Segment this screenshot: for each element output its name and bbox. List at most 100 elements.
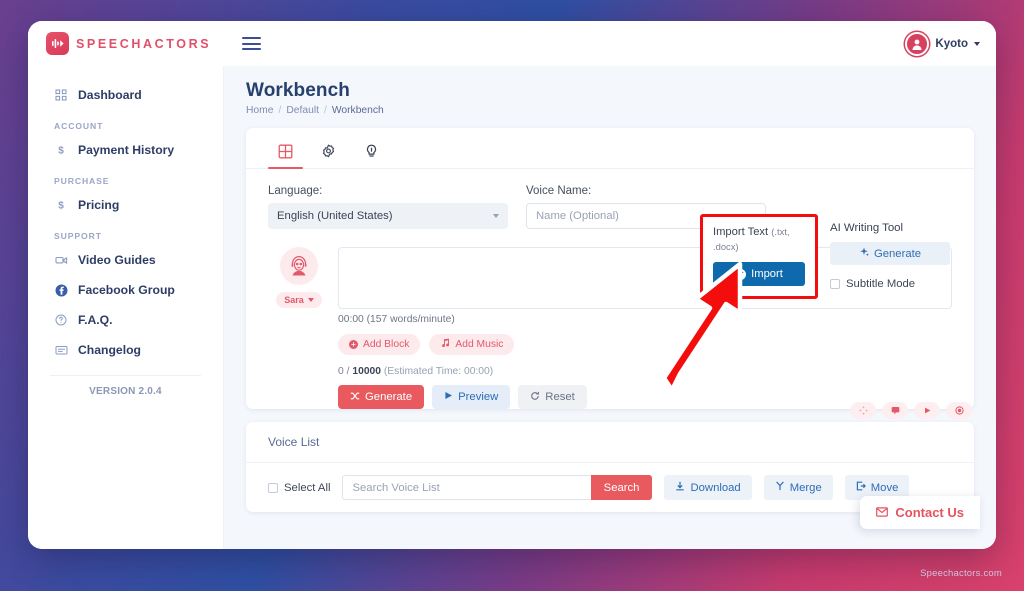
lightbulb-icon [364, 144, 379, 159]
preview-label: Preview [458, 391, 499, 403]
generate-button[interactable]: Generate [338, 385, 425, 409]
sidebar-item-payment-history[interactable]: $ Payment History [28, 135, 223, 165]
breadcrumb-separator: / [323, 105, 327, 116]
download-icon [675, 481, 685, 494]
tab-workbench[interactable] [268, 138, 303, 169]
sidebar-group-account: ACCOUNT [54, 121, 104, 131]
sidebar-item-pricing[interactable]: $ Pricing [28, 190, 223, 220]
play-icon[interactable] [914, 402, 940, 419]
language-field: Language: English (United States) [268, 185, 508, 229]
chevron-down-icon [493, 214, 499, 218]
contact-us-button[interactable]: Contact Us [860, 496, 980, 529]
merge-label: Merge [789, 481, 822, 494]
ai-generate-button[interactable]: Generate [830, 242, 950, 265]
page-title: Workbench [246, 80, 351, 101]
breadcrumb-home[interactable]: Home [246, 105, 273, 116]
contact-us-label: Contact Us [895, 505, 964, 520]
comment-icon[interactable] [882, 402, 908, 419]
editor-add-buttons: + Add Block Add Music [338, 334, 952, 355]
add-music-label: Add Music [455, 339, 504, 350]
preview-button[interactable]: Preview [432, 385, 511, 409]
watermark: Speechactors.com [920, 568, 1002, 579]
sidebar-item-facebook-group[interactable]: Facebook Group [28, 275, 223, 305]
breadcrumb: Home / Default / Workbench [246, 105, 974, 116]
voice-name-label: Voice Name: [526, 185, 592, 197]
speech-wave-play-icon [46, 32, 69, 55]
select-all-checkbox[interactable] [268, 482, 278, 493]
ai-writing-tool-label: AI Writing Tool [830, 222, 904, 234]
voice-list-search: Search Voice List Search [342, 475, 653, 500]
tab-ideas[interactable] [354, 138, 389, 168]
download-button[interactable]: Download [664, 475, 752, 500]
subtitle-mode-toggle[interactable]: Subtitle Mode [830, 278, 950, 290]
import-button-label: Import [751, 268, 783, 281]
voice-search-button[interactable]: Search [590, 475, 653, 500]
list-card-icon [54, 344, 68, 356]
app-window: SPEECHACTORS Kyoto Dashboard ACCOUNT $ P… [28, 21, 996, 549]
breadcrumb-workbench: Workbench [331, 105, 384, 116]
shuffle-icon [350, 391, 360, 404]
dollar-icon: $ [54, 199, 68, 212]
subtitle-mode-checkbox[interactable] [830, 279, 840, 289]
top-bar: SPEECHACTORS Kyoto [28, 21, 996, 66]
gear-icon [321, 144, 336, 159]
workbench-card: Language: English (United States) Voice … [246, 128, 974, 419]
language-value: English (United States) [277, 210, 393, 222]
sidebar-item-label: Pricing [78, 198, 120, 212]
voice-name-placeholder: Name (Optional) [536, 210, 619, 222]
sidebar-item-faq[interactable]: F.A.Q. [28, 305, 223, 335]
language-select[interactable]: English (United States) [268, 203, 508, 229]
chevron-down-icon [307, 298, 314, 302]
brand-logo[interactable]: SPEECHACTORS [46, 32, 211, 55]
chevron-down-icon [974, 41, 980, 46]
main-content: Workbench Home / Default / Workbench Lan… [224, 66, 996, 549]
sidebar-group-purchase: PURCHASE [54, 176, 110, 186]
sidebar-item-label: Payment History [78, 143, 175, 157]
speaker-name: Sara [284, 295, 304, 305]
reset-button[interactable]: Reset [518, 385, 587, 409]
facebook-icon [54, 284, 68, 297]
sidebar-item-label: Video Guides [78, 253, 156, 267]
add-block-label: Add Block [363, 339, 410, 350]
voice-search-input[interactable]: Search Voice List [342, 475, 591, 500]
sidebar-item-video-guides[interactable]: Video Guides [28, 245, 223, 275]
add-block-button[interactable]: + Add Block [338, 334, 421, 355]
move-arrows-icon[interactable] [850, 402, 876, 419]
target-icon[interactable] [946, 402, 972, 419]
app-version: VERSION 2.0.4 [89, 386, 162, 397]
sidebar-item-changelog[interactable]: Changelog [28, 335, 223, 365]
grid-dashboard-icon [54, 89, 68, 101]
add-music-button[interactable]: Add Music [429, 334, 515, 355]
import-text-label: Import Text (.txt, .docx) [713, 225, 805, 255]
import-button[interactable]: + Import [713, 262, 805, 287]
tab-settings[interactable] [311, 138, 346, 168]
select-all-toggle[interactable]: Select All [268, 482, 330, 494]
sidebar-item-dashboard[interactable]: Dashboard [28, 80, 223, 110]
envelope-icon [876, 505, 889, 520]
sidebar-item-label: Dashboard [78, 88, 142, 102]
hamburger-menu-icon[interactable] [239, 34, 264, 53]
counter-separator: / [346, 366, 350, 377]
voice-list-title: Voice List [246, 422, 974, 463]
dollar-icon: $ [54, 144, 68, 157]
plus-circle-icon: + [349, 340, 358, 349]
merge-button[interactable]: Merge [763, 475, 833, 500]
counter-estimated-time: (Estimated Time: 00:00) [383, 366, 494, 377]
plus-circle-icon: + [735, 268, 747, 280]
sparkle-icon [859, 247, 869, 260]
brand-name: SPEECHACTORS [76, 36, 212, 51]
import-text-highlight-box: Import Text (.txt, .docx) + Import [700, 214, 818, 300]
sidebar: Dashboard ACCOUNT $ Payment History PURC… [28, 66, 224, 549]
female-character-avatar-icon[interactable] [280, 247, 318, 285]
speaker-selector[interactable]: Sara [276, 292, 322, 308]
refresh-icon [530, 391, 540, 404]
breadcrumb-default[interactable]: Default [286, 105, 319, 116]
ai-writing-tool: AI Writing Tool Generate Subtitle Mode [830, 222, 950, 290]
play-icon [444, 391, 453, 403]
voice-config-row: Language: English (United States) Voice … [246, 169, 974, 229]
merge-icon [775, 481, 785, 494]
generate-label: Generate [365, 391, 413, 403]
move-label: Move [870, 481, 899, 494]
grid-icon [278, 144, 293, 159]
user-menu[interactable]: Kyoto [905, 31, 980, 56]
